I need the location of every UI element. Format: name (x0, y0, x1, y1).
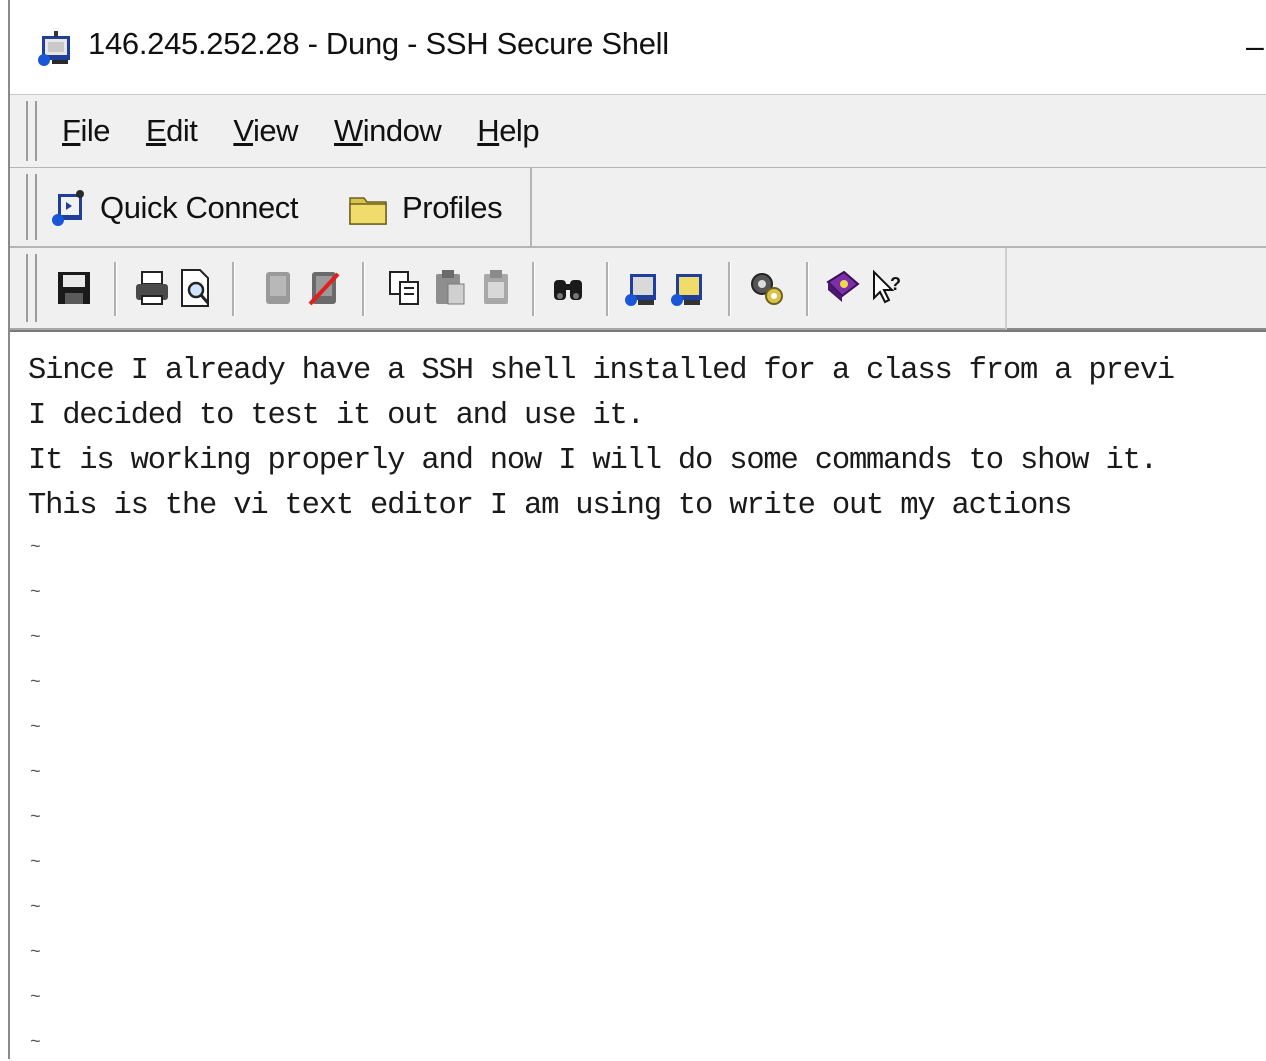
quick-connect-button[interactable]: Quick Connect (50, 186, 299, 230)
disconnect-icon[interactable] (304, 266, 344, 310)
menu-edit[interactable]: Edit (145, 113, 198, 149)
paste-icon[interactable] (430, 266, 470, 310)
iconbar-grip[interactable] (26, 254, 37, 322)
menu-file-mnemonic: F (62, 113, 81, 148)
menu-view-label: iew (253, 113, 299, 148)
connect-icon[interactable] (258, 266, 298, 310)
menu-edit-mnemonic: E (145, 113, 167, 148)
vi-tilde-marker: ~ (30, 538, 41, 558)
vi-tilde-marker: ~ (30, 988, 41, 1008)
menu-window-label: indow (362, 113, 442, 148)
menubar-grip[interactable] (26, 101, 37, 161)
menu-file[interactable]: File (62, 113, 110, 149)
menu-help-label: elp (499, 113, 540, 148)
quick-connect-label: Quick Connect (100, 190, 299, 225)
menu-help-mnemonic: H (477, 113, 500, 148)
menu-edit-label: dit (166, 113, 198, 148)
help-book-icon[interactable] (822, 266, 862, 310)
toolbar-separator (532, 262, 535, 316)
menu-window[interactable]: Window (334, 113, 442, 149)
new-terminal-icon[interactable] (622, 266, 662, 310)
terminal-line: I decided to test it out and use it. (28, 399, 645, 433)
icon-toolbar-filler (1007, 248, 1266, 330)
menu-view-mnemonic: V (233, 113, 254, 148)
terminal-line: Since I already have a SSH shell install… (28, 354, 1175, 388)
window-title: 146.245.252.28 - Dung - SSH Secure Shell (88, 26, 669, 61)
print-preview-icon[interactable] (176, 266, 216, 310)
toolbar-separator (114, 262, 117, 316)
toolbar-separator (362, 262, 365, 316)
find-icon[interactable] (548, 266, 588, 310)
minimize-button[interactable]: – (1246, 30, 1266, 62)
svg-text:?: ? (890, 274, 901, 294)
vi-tilde-marker: ~ (30, 853, 41, 873)
print-icon[interactable] (132, 266, 172, 310)
whats-this-help-icon[interactable]: ? (866, 266, 906, 310)
terminal-line: It is working properly and now I will do… (28, 444, 1158, 478)
paste-disabled-icon[interactable] (476, 266, 516, 310)
menu-file-label: ile (80, 113, 110, 148)
copy-icon[interactable] (384, 266, 424, 310)
icon-toolbar: ? (10, 248, 1007, 330)
app-icon (38, 31, 70, 66)
toolbar-separator (806, 262, 809, 316)
vi-tilde-marker: ~ (30, 763, 41, 783)
menu-bar: File Edit View Window Help (10, 94, 1266, 169)
menu-view[interactable]: View (233, 113, 298, 149)
menu-help[interactable]: Help (477, 113, 539, 149)
toolbar-separator (728, 262, 731, 316)
connect-toolbar: Quick Connect Profiles (10, 168, 532, 248)
vi-tilde-marker: ~ (30, 808, 41, 828)
toolbar-separator (232, 262, 235, 316)
quick-connect-icon (52, 190, 84, 226)
vi-tilde-marker: ~ (30, 583, 41, 603)
terminal-line: This is the vi text editor I am using to… (28, 489, 1072, 523)
menu-window-mnemonic: W (334, 113, 363, 148)
vi-tilde-marker: ~ (30, 673, 41, 693)
profiles-label: Profiles (402, 190, 503, 225)
connect-toolbar-filler (532, 168, 1266, 248)
settings-icon[interactable] (746, 266, 786, 310)
vi-tilde-marker: ~ (30, 1033, 41, 1053)
ssh-window: 146.245.252.28 - Dung - SSH Secure Shell… (8, 0, 1266, 1061)
profiles-button[interactable]: Profiles (348, 186, 503, 230)
toolbar-separator (606, 262, 609, 316)
folder-icon (349, 197, 387, 225)
save-icon[interactable] (54, 266, 94, 310)
terminal-area[interactable]: Since I already have a SSH shell install… (10, 330, 1266, 1061)
new-file-transfer-icon[interactable] (668, 266, 708, 310)
vi-tilde-marker: ~ (30, 943, 41, 963)
vi-tilde-marker: ~ (30, 898, 41, 918)
vi-tilde-marker: ~ (30, 628, 41, 648)
menu-items: File Edit View Window Help (62, 113, 540, 149)
connectbar-grip[interactable] (26, 174, 37, 240)
vi-tilde-marker: ~ (30, 718, 41, 738)
title-bar[interactable]: 146.245.252.28 - Dung - SSH Secure Shell… (10, 0, 1266, 94)
